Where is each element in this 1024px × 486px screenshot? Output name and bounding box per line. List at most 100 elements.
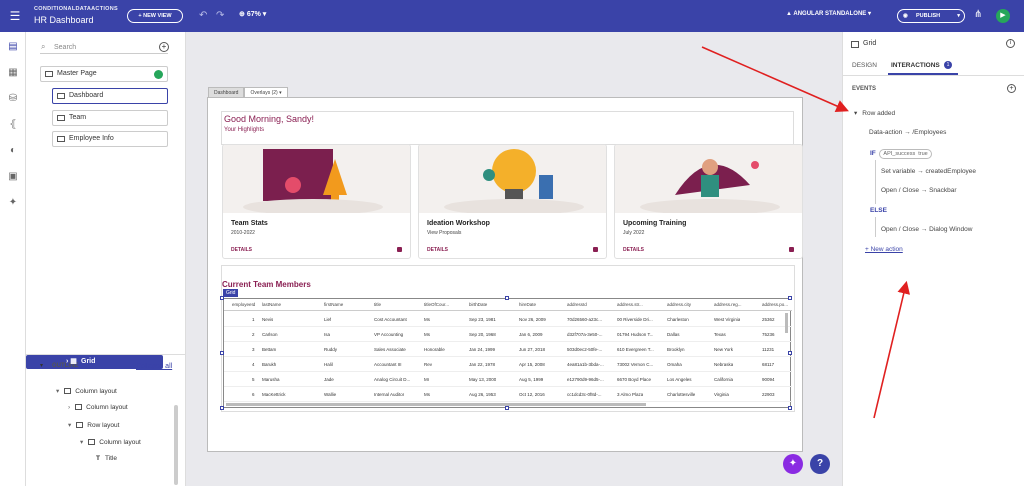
action-open-close-dialog[interactable]: Open / Close → Dialog Window — [881, 226, 972, 233]
outline-node[interactable]: ▾ Column layout — [56, 387, 117, 395]
resize-handle[interactable] — [505, 296, 509, 300]
tab-dashboard[interactable]: Dashboard — [208, 87, 245, 97]
team-members-section[interactable]: Current Team Members Grid employeeId last… — [220, 265, 795, 412]
grid-h-scrollbar[interactable] — [226, 403, 646, 406]
card-team-stats[interactable]: Team Stats 2010-2022 DETAILS — [222, 144, 411, 259]
resize-handle[interactable] — [788, 296, 792, 300]
action-open-close-snackbar[interactable]: Open / Close → Snackbar — [881, 187, 957, 194]
pages-icon[interactable]: ▤ — [6, 40, 20, 54]
employee-grid[interactable]: employeeId lastName firstName title titleOfC… — [223, 298, 792, 408]
page-item-employee-info[interactable]: Employee Info — [52, 131, 168, 147]
help-button[interactable]: ? — [810, 454, 830, 474]
chevron-down-icon[interactable]: ▾ — [40, 362, 43, 369]
resize-handle[interactable] — [220, 406, 224, 410]
undo-icon[interactable]: ↶ — [199, 10, 207, 22]
table-row[interactable]: 1 Nevis Lief Cost Accountant Ms Sep 23, 1981 N… — [224, 312, 792, 327]
table-row[interactable]: 6 MacKettrick Wallie Internal Auditor Ms Aug … — [224, 387, 792, 402]
if-condition[interactable]: IF API_success true — [870, 149, 932, 159]
arrow-icon: → — [920, 226, 928, 233]
grid-cell: 90094 — [762, 377, 775, 382]
master-page-item[interactable]: Master Page — [40, 66, 168, 82]
page-label: Team — [69, 114, 87, 121]
grid-column-header[interactable]: address.reg... — [714, 302, 742, 307]
outline-node[interactable]: T Title — [96, 455, 117, 462]
outline-node[interactable]: ▾ Row layout — [68, 421, 119, 429]
ai-icon[interactable]: ✦ — [6, 196, 20, 210]
menu-icon[interactable]: ☰ — [8, 9, 22, 23]
action-set-variable[interactable]: Set variable → createdEmployee — [881, 168, 976, 175]
run-button[interactable]: ▶ — [996, 9, 1010, 23]
card-upcoming-training[interactable]: Upcoming Training July 2022 DETAILS — [614, 144, 803, 259]
action-data-action[interactable]: Data-action → /Employees — [869, 129, 946, 136]
add-event-icon[interactable]: + — [1007, 84, 1016, 93]
add-page-icon[interactable]: + — [159, 42, 169, 52]
arrow-icon: → — [917, 168, 924, 175]
grid-scrollbar[interactable] — [785, 313, 788, 333]
redo-icon[interactable]: ↷ — [216, 10, 224, 22]
page-label: Employee Info — [69, 135, 114, 142]
design-canvas[interactable]: Dashboard Overlays (2) ▾ Good Morning, Sa… — [186, 32, 842, 486]
details-link[interactable]: DETAILS — [231, 247, 252, 253]
grid-column-header[interactable]: firstName — [324, 302, 343, 307]
collapse-all-link[interactable]: Collapse all — [136, 363, 172, 370]
tab-design[interactable]: DESIGN — [852, 62, 877, 69]
bookmark-icon[interactable] — [593, 247, 598, 252]
publish-button[interactable]: ◉ PUBLISH ▾ — [897, 9, 965, 23]
grid-selection-tag[interactable]: Grid — [223, 289, 239, 297]
data-icon[interactable]: ⛁ — [6, 92, 20, 106]
grid-cell: Jan 24, 1999 — [469, 347, 496, 352]
details-link[interactable]: DETAILS — [427, 247, 448, 253]
grid-column-header[interactable]: addressId — [567, 302, 587, 307]
grid-column-header[interactable]: birthDate — [469, 302, 487, 307]
info-icon[interactable]: i — [1006, 39, 1015, 48]
resize-handle[interactable] — [220, 351, 224, 355]
grid-column-header[interactable]: titleOfCour... — [424, 302, 449, 307]
card-ideation-workshop[interactable]: Ideation Workshop View Proposals DETAILS — [418, 144, 607, 259]
share-icon[interactable]: ⋔ — [974, 9, 982, 20]
outline-node[interactable]: › Column layout — [68, 404, 128, 411]
details-link[interactable]: DETAILS — [623, 247, 644, 253]
master-page-label: Master Page — [57, 70, 97, 77]
event-row-added[interactable]: ▾ Row added — [854, 109, 895, 117]
grid-column-header[interactable]: address.po... — [762, 302, 788, 307]
grid-cell: Rev — [424, 362, 433, 367]
zoom-control[interactable]: ⊕ 67% ▾ — [239, 10, 266, 18]
page-item-team[interactable]: Team — [52, 110, 168, 126]
framework-selector[interactable]: ▲ ANGULAR STANDALONE ▾ — [786, 10, 871, 17]
scrollbar[interactable] — [174, 405, 178, 485]
assets-icon[interactable]: ▣ — [6, 170, 20, 184]
greeting-section[interactable]: Good Morning, Sandy! Your Highlights — [221, 111, 794, 145]
bookmark-icon[interactable] — [789, 247, 794, 252]
else-branch[interactable]: ELSE — [870, 207, 887, 214]
components-icon[interactable]: ▦ — [6, 66, 20, 80]
new-action-link[interactable]: + New action — [865, 246, 903, 253]
grid-column-header[interactable]: lastName — [262, 302, 281, 307]
table-row[interactable]: 2 Carlson Isa VP Accounting Ms Sep 20, 1968 Ja… — [224, 327, 792, 342]
page-item-dashboard[interactable]: Dashboard — [52, 88, 168, 104]
grid-cell: 4 — [252, 362, 255, 367]
grid-column-header[interactable]: title — [374, 302, 381, 307]
chevron-down-icon[interactable]: ▾ — [957, 10, 960, 22]
project-name: CONDITIONALDATAACTIONS — [34, 6, 118, 12]
resize-handle[interactable] — [788, 406, 792, 410]
table-row[interactable]: 4 Barukh Halil Accountant III Rev Jan 22, 197… — [224, 357, 792, 372]
search-input[interactable]: Search — [40, 42, 168, 54]
variables-icon[interactable]: ⦃ — [6, 118, 20, 132]
tab-overlays[interactable]: Overlays (2) ▾ — [244, 87, 288, 97]
resize-handle[interactable] — [788, 351, 792, 355]
theme-icon[interactable]: ◐ — [6, 144, 20, 158]
new-view-button[interactable]: + NEW VIEW — [127, 9, 183, 23]
ai-assistant-button[interactable]: ✦ — [783, 454, 803, 474]
grid-column-header[interactable]: address.city — [667, 302, 691, 307]
resize-handle[interactable] — [505, 406, 509, 410]
grid-column-header[interactable]: address.str... — [617, 302, 643, 307]
bookmark-icon[interactable] — [397, 247, 402, 252]
resize-handle[interactable] — [220, 296, 224, 300]
outline-node[interactable]: ▾ Column layout — [80, 438, 141, 446]
grid-column-header[interactable]: employeeId — [232, 302, 255, 307]
grid-column-header[interactable]: hireDate — [519, 302, 536, 307]
tab-interactions[interactable]: INTERACTIONS — [891, 62, 940, 69]
table-row[interactable]: 5 Marusha Jade Analog Circuit D... Mr May 13,… — [224, 372, 792, 387]
table-row[interactable]: 3 Bettam Ruddy Sales Associate Honorable Jan … — [224, 342, 792, 357]
home-icon[interactable] — [154, 70, 163, 79]
